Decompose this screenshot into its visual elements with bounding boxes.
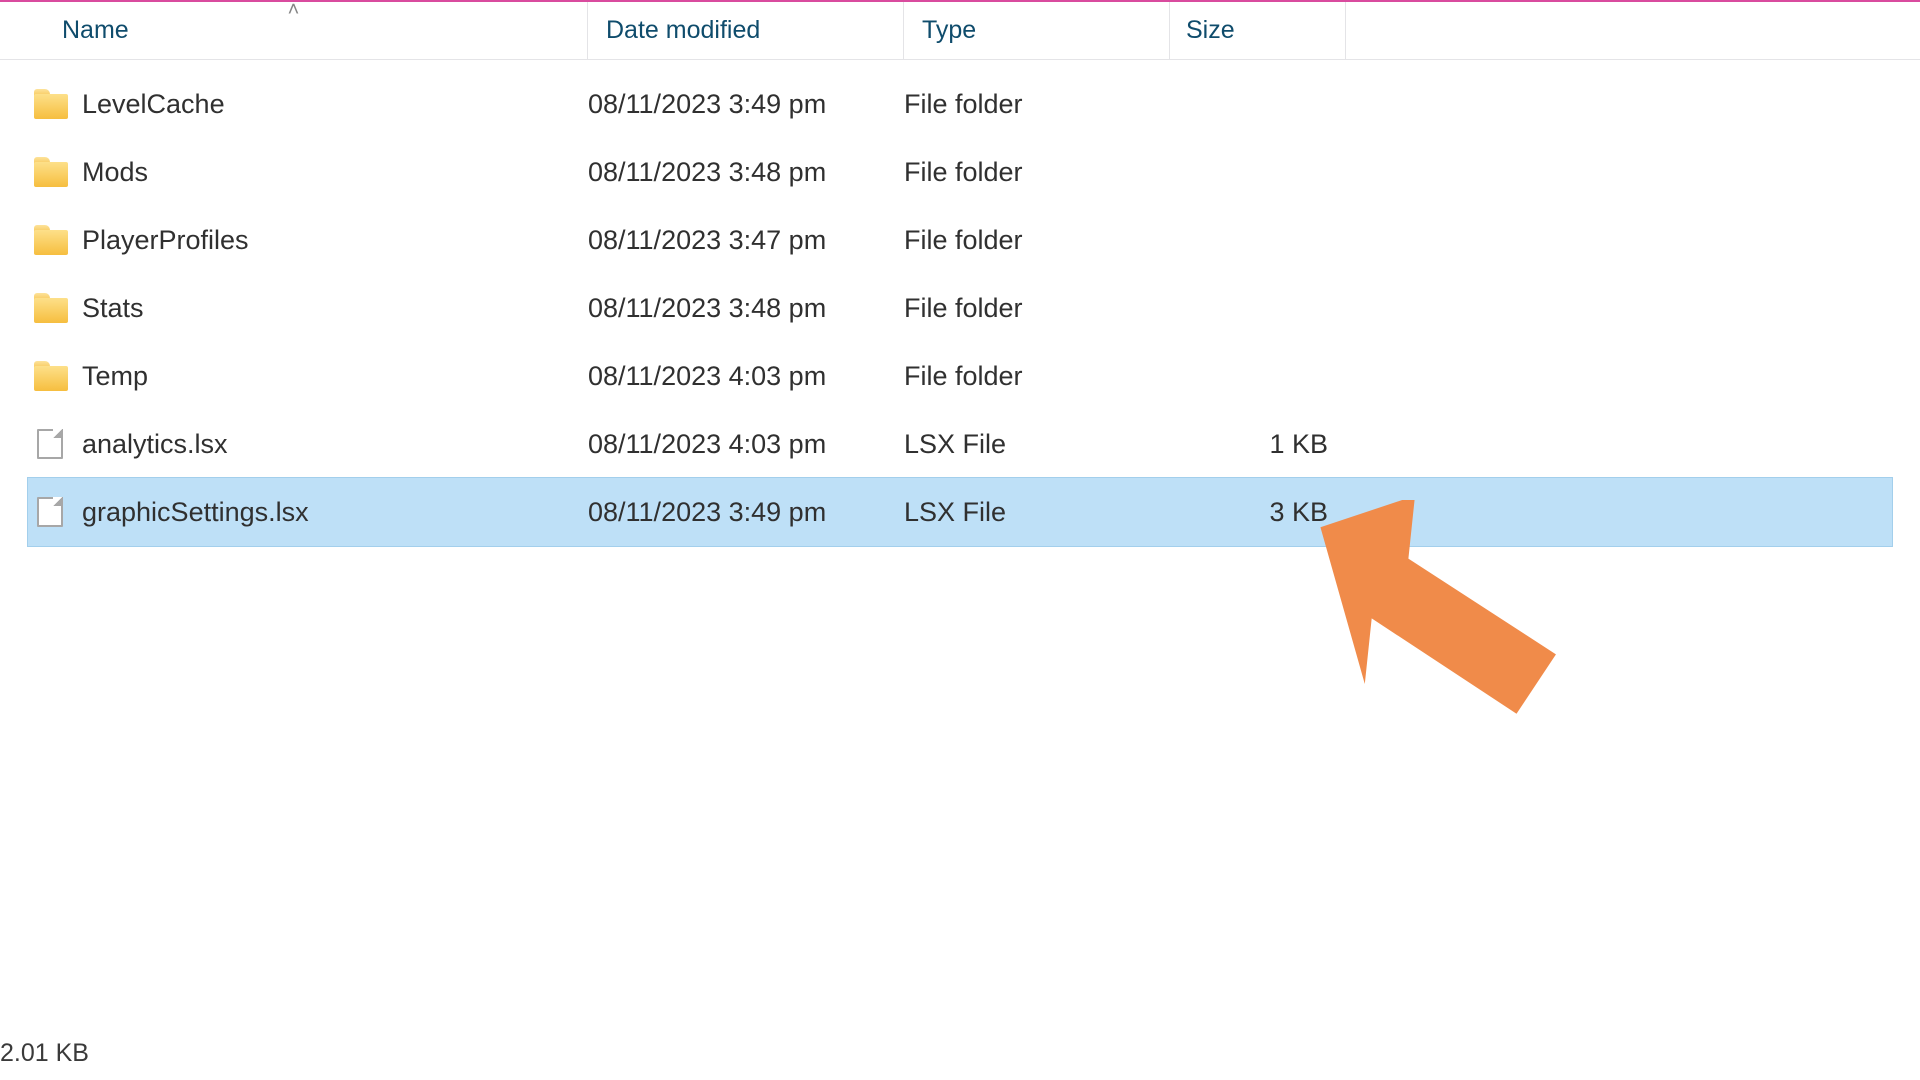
column-header-name-label: Name [62, 16, 129, 45]
cell-date: 08/11/2023 3:49 pm [588, 89, 904, 120]
file-name: Temp [82, 361, 148, 392]
file-icon [34, 497, 68, 527]
file-name: graphicSettings.lsx [82, 497, 309, 528]
file-row[interactable]: Mods 08/11/2023 3:48 pmFile folder [28, 138, 1892, 206]
folder-icon [34, 361, 68, 391]
column-header-size[interactable]: Size [1170, 2, 1346, 59]
folder-icon [34, 89, 68, 119]
file-list[interactable]: LevelCache08/11/2023 3:49 pmFile folderM… [0, 60, 1920, 546]
file-name: PlayerProfiles [82, 225, 249, 256]
column-header-type-label: Type [922, 16, 976, 45]
cell-type: File folder [904, 225, 1170, 256]
cell-date: 08/11/2023 3:49 pm [588, 497, 904, 528]
file-name: analytics.lsx [82, 429, 228, 460]
file-name: LevelCache [82, 89, 225, 120]
column-header-date[interactable]: Date modified [588, 2, 904, 59]
cell-date: 08/11/2023 3:48 pm [588, 293, 904, 324]
column-header-type[interactable]: Type [904, 2, 1170, 59]
column-header-size-label: Size [1186, 16, 1235, 45]
folder-icon [34, 225, 68, 255]
file-row[interactable]: graphicSettings.lsx 08/11/2023 3:49 pmLSX… [28, 478, 1892, 546]
folder-icon [34, 157, 68, 187]
status-bar-size: 2.01 KB [0, 1029, 89, 1080]
cell-name: graphicSettings.lsx [28, 497, 588, 528]
cell-date: 08/11/2023 3:48 pm [588, 157, 904, 188]
file-row[interactable]: analytics.lsx 08/11/2023 4:03 pmLSX File1… [28, 410, 1892, 478]
file-row[interactable]: LevelCache 08/11/2023 3:49 pmFile folder [28, 70, 1892, 138]
cell-type: File folder [904, 89, 1170, 120]
column-header-name[interactable]: ˄ Name [0, 2, 588, 59]
file-name: Mods [82, 157, 148, 188]
cell-size: 1 KB [1170, 429, 1346, 460]
cell-name: LevelCache [28, 89, 588, 120]
cell-name: analytics.lsx [28, 429, 588, 460]
cell-type: File folder [904, 157, 1170, 188]
file-name: Stats [82, 293, 144, 324]
cell-type: File folder [904, 293, 1170, 324]
column-header-date-label: Date modified [606, 16, 760, 45]
file-row[interactable]: Stats 08/11/2023 3:48 pmFile folder [28, 274, 1892, 342]
cell-date: 08/11/2023 3:47 pm [588, 225, 904, 256]
cell-name: PlayerProfiles [28, 225, 588, 256]
sort-ascending-icon: ˄ [288, 0, 300, 22]
cell-type: LSX File [904, 429, 1170, 460]
file-icon [34, 429, 68, 459]
cell-name: Temp [28, 361, 588, 392]
column-header-row: ˄ Name Date modified Type Size [0, 2, 1920, 60]
file-row[interactable]: PlayerProfiles 08/11/2023 3:47 pmFile fol… [28, 206, 1892, 274]
folder-icon [34, 293, 68, 323]
cell-name: Stats [28, 293, 588, 324]
explorer-window: ˄ Name Date modified Type Size LevelCach… [0, 0, 1920, 1080]
cell-date: 08/11/2023 4:03 pm [588, 429, 904, 460]
cell-name: Mods [28, 157, 588, 188]
cell-date: 08/11/2023 4:03 pm [588, 361, 904, 392]
file-row[interactable]: Temp 08/11/2023 4:03 pmFile folder [28, 342, 1892, 410]
cell-size: 3 KB [1170, 497, 1346, 528]
cell-type: LSX File [904, 497, 1170, 528]
cell-type: File folder [904, 361, 1170, 392]
